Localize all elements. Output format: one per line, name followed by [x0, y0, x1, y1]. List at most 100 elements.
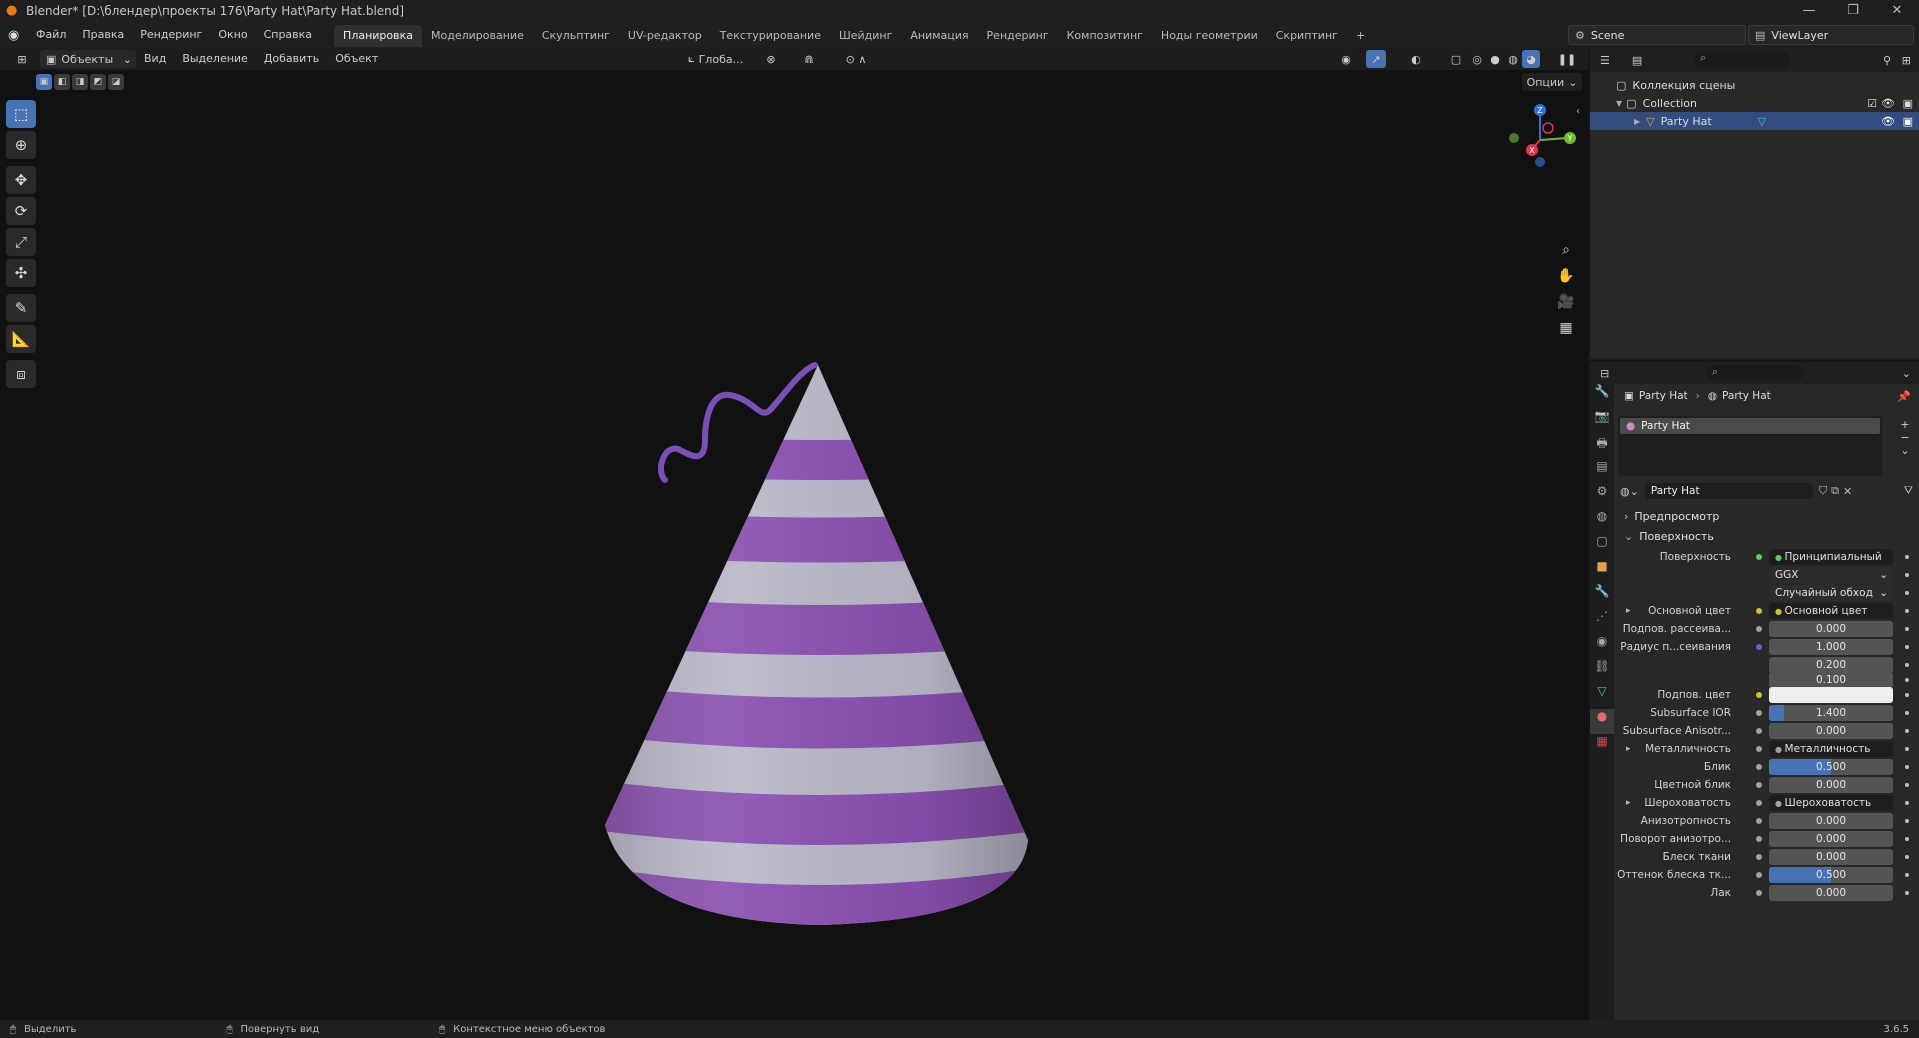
physics-tab-icon[interactable]: ◉: [1590, 634, 1614, 659]
surface-panel-header[interactable]: ⌄ Поверхность: [1616, 526, 1919, 546]
keyframe-dot-icon[interactable]: [1905, 729, 1909, 733]
material-shading-button[interactable]: ◍: [1504, 50, 1522, 68]
socket-icon[interactable]: [1756, 764, 1762, 770]
menu-help[interactable]: Справка: [256, 22, 320, 48]
keyframe-dot-icon[interactable]: [1905, 873, 1909, 877]
annotate-tool[interactable]: ✎: [6, 294, 36, 322]
outliner-object-party-hat[interactable]: ▶ ▽ Party Hat ▽ 👁 ▣: [1590, 112, 1919, 130]
pan-hand-icon[interactable]: ✋: [1552, 268, 1580, 294]
duplicate-material-icon[interactable]: ⧉: [1831, 484, 1839, 498]
sidebar-toggle-icon[interactable]: ‹: [1576, 106, 1580, 117]
camera-view-icon[interactable]: 🎥: [1552, 294, 1580, 320]
scale-tool[interactable]: ⤢: [6, 228, 36, 256]
property-dropdown[interactable]: Случайный обход ⌄: [1769, 585, 1893, 601]
add-slot-button[interactable]: +: [1897, 418, 1913, 431]
camera-icon[interactable]: ▣: [1903, 115, 1913, 128]
new-collection-icon[interactable]: ⊞: [1902, 54, 1911, 67]
tab-texture-paint[interactable]: Текстурирование: [711, 25, 830, 47]
preview-panel-header[interactable]: › Предпросмотр: [1616, 506, 1919, 526]
gizmo-toggle[interactable]: ↗: [1366, 50, 1386, 68]
tab-animation[interactable]: Анимация: [901, 25, 977, 47]
property-node-link[interactable]: ● Принципиальный BSDF: [1769, 549, 1893, 580]
expand-arrow-icon[interactable]: ▸: [1626, 798, 1631, 808]
pin-icon[interactable]: 📌: [1897, 390, 1911, 403]
eye-icon[interactable]: 👁: [1881, 97, 1895, 110]
property-node-link[interactable]: ● Основной цвет: [1769, 603, 1893, 619]
xray-toggle[interactable]: ▢: [1446, 50, 1466, 68]
color-swatch[interactable]: [1769, 687, 1893, 703]
tab-layout[interactable]: Планировка: [334, 25, 423, 47]
keyframe-dot-icon[interactable]: [1905, 765, 1909, 769]
snap-toggle[interactable]: ⋒: [788, 50, 830, 68]
party-hat-render[interactable]: [560, 280, 1080, 1010]
world-tab-icon[interactable]: ◍: [1590, 509, 1614, 534]
keyframe-dot-icon[interactable]: [1905, 627, 1909, 631]
options-dropdown[interactable]: Опции ⌄: [1522, 73, 1582, 91]
number-slider[interactable]: 0.500: [1769, 759, 1893, 775]
output-tab-icon[interactable]: 🖶: [1590, 434, 1614, 459]
number-slider[interactable]: 0.000: [1769, 813, 1893, 829]
view-layer-selector[interactable]: ▤ ViewLayer: [1748, 25, 1914, 45]
keyframe-dot-icon[interactable]: [1905, 645, 1909, 649]
browse-material-icon[interactable]: ◍⌄: [1620, 485, 1639, 498]
keyframe-dot-icon[interactable]: [1905, 693, 1909, 697]
checkbox-icon[interactable]: ☑: [1867, 97, 1877, 110]
maximize-button[interactable]: ❐: [1831, 0, 1875, 22]
material-name-field[interactable]: Party Hat: [1644, 483, 1813, 499]
scene-tab-icon[interactable]: ⚙: [1590, 484, 1614, 509]
property-dropdown[interactable]: GGX ⌄: [1769, 567, 1893, 583]
pause-render-button[interactable]: ❚❚: [1558, 50, 1576, 68]
keyframe-dot-icon[interactable]: [1905, 819, 1909, 823]
mode-dropdown[interactable]: ▣ Объекты ⌄: [40, 50, 136, 68]
properties-editor-icon[interactable]: ⊟: [1600, 367, 1609, 380]
number-slider[interactable]: 0.000: [1769, 885, 1893, 901]
socket-icon[interactable]: [1756, 728, 1762, 734]
menu-object[interactable]: Объект: [327, 48, 386, 70]
property-node-link[interactable]: ● Шероховатость: [1769, 795, 1893, 811]
rendered-shading-button[interactable]: ◕: [1522, 50, 1540, 68]
number-slider[interactable]: 1.000: [1769, 639, 1893, 655]
wireframe-shading-button[interactable]: ◎: [1468, 50, 1486, 68]
menu-window[interactable]: Окно: [210, 22, 255, 48]
modifier-tab-icon[interactable]: 🔧: [1590, 584, 1614, 609]
keyframe-dot-icon[interactable]: [1905, 573, 1909, 577]
minimize-button[interactable]: —: [1787, 0, 1831, 22]
add-workspace-button[interactable]: +: [1347, 25, 1374, 47]
editor-type-button[interactable]: ⊞: [8, 50, 36, 68]
pivot-point-button[interactable]: ⊗: [758, 50, 784, 68]
cursor-tool[interactable]: ⊕: [6, 131, 36, 159]
menu-render[interactable]: Рендеринг: [132, 22, 210, 48]
keyframe-dot-icon[interactable]: [1905, 609, 1909, 613]
display-mode-icon[interactable]: ▤: [1632, 54, 1642, 67]
camera-icon[interactable]: ▣: [1903, 97, 1913, 110]
collection-tab-icon[interactable]: ▢: [1590, 534, 1614, 559]
keyframe-dot-icon[interactable]: [1905, 678, 1909, 682]
remove-slot-button[interactable]: −: [1897, 431, 1913, 444]
keyframe-dot-icon[interactable]: [1905, 891, 1909, 895]
move-tool[interactable]: ✥: [6, 166, 36, 194]
node-filter-icon[interactable]: ⛛: [1904, 484, 1913, 498]
expand-arrow-icon[interactable]: ▸: [1626, 744, 1631, 754]
outliner-scene-collection[interactable]: ▢ Коллекция сцены: [1590, 76, 1919, 94]
view-layer-tab-icon[interactable]: ▤: [1590, 459, 1614, 484]
socket-icon[interactable]: [1756, 836, 1762, 842]
texture-tab-icon[interactable]: ▦: [1590, 734, 1614, 759]
socket-icon[interactable]: [1756, 800, 1762, 806]
rotate-tool[interactable]: ⟳: [6, 197, 36, 225]
material-slot-item[interactable]: ● Party Hat: [1620, 418, 1880, 434]
keyframe-dot-icon[interactable]: [1905, 783, 1909, 787]
keyframe-dot-icon[interactable]: [1905, 711, 1909, 715]
menu-view[interactable]: Вид: [136, 48, 174, 70]
properties-search-input[interactable]: ⌕: [1706, 365, 1804, 381]
zoom-icon[interactable]: ⌕: [1552, 242, 1580, 268]
blender-menu-icon[interactable]: ◉: [8, 28, 28, 43]
keyframe-dot-icon[interactable]: [1905, 663, 1909, 667]
socket-icon[interactable]: [1756, 872, 1762, 878]
render-tab-icon[interactable]: 📷: [1590, 409, 1614, 434]
proportional-edit-toggle[interactable]: ⊙ ∧: [836, 50, 876, 68]
transform-orientation-dropdown[interactable]: ⟀ Глоба...: [684, 50, 752, 68]
socket-icon[interactable]: [1756, 818, 1762, 824]
socket-icon[interactable]: [1756, 710, 1762, 716]
navigation-gizmo[interactable]: Z Y X: [1500, 100, 1580, 180]
outliner-search-input[interactable]: ⌕: [1694, 51, 1790, 68]
